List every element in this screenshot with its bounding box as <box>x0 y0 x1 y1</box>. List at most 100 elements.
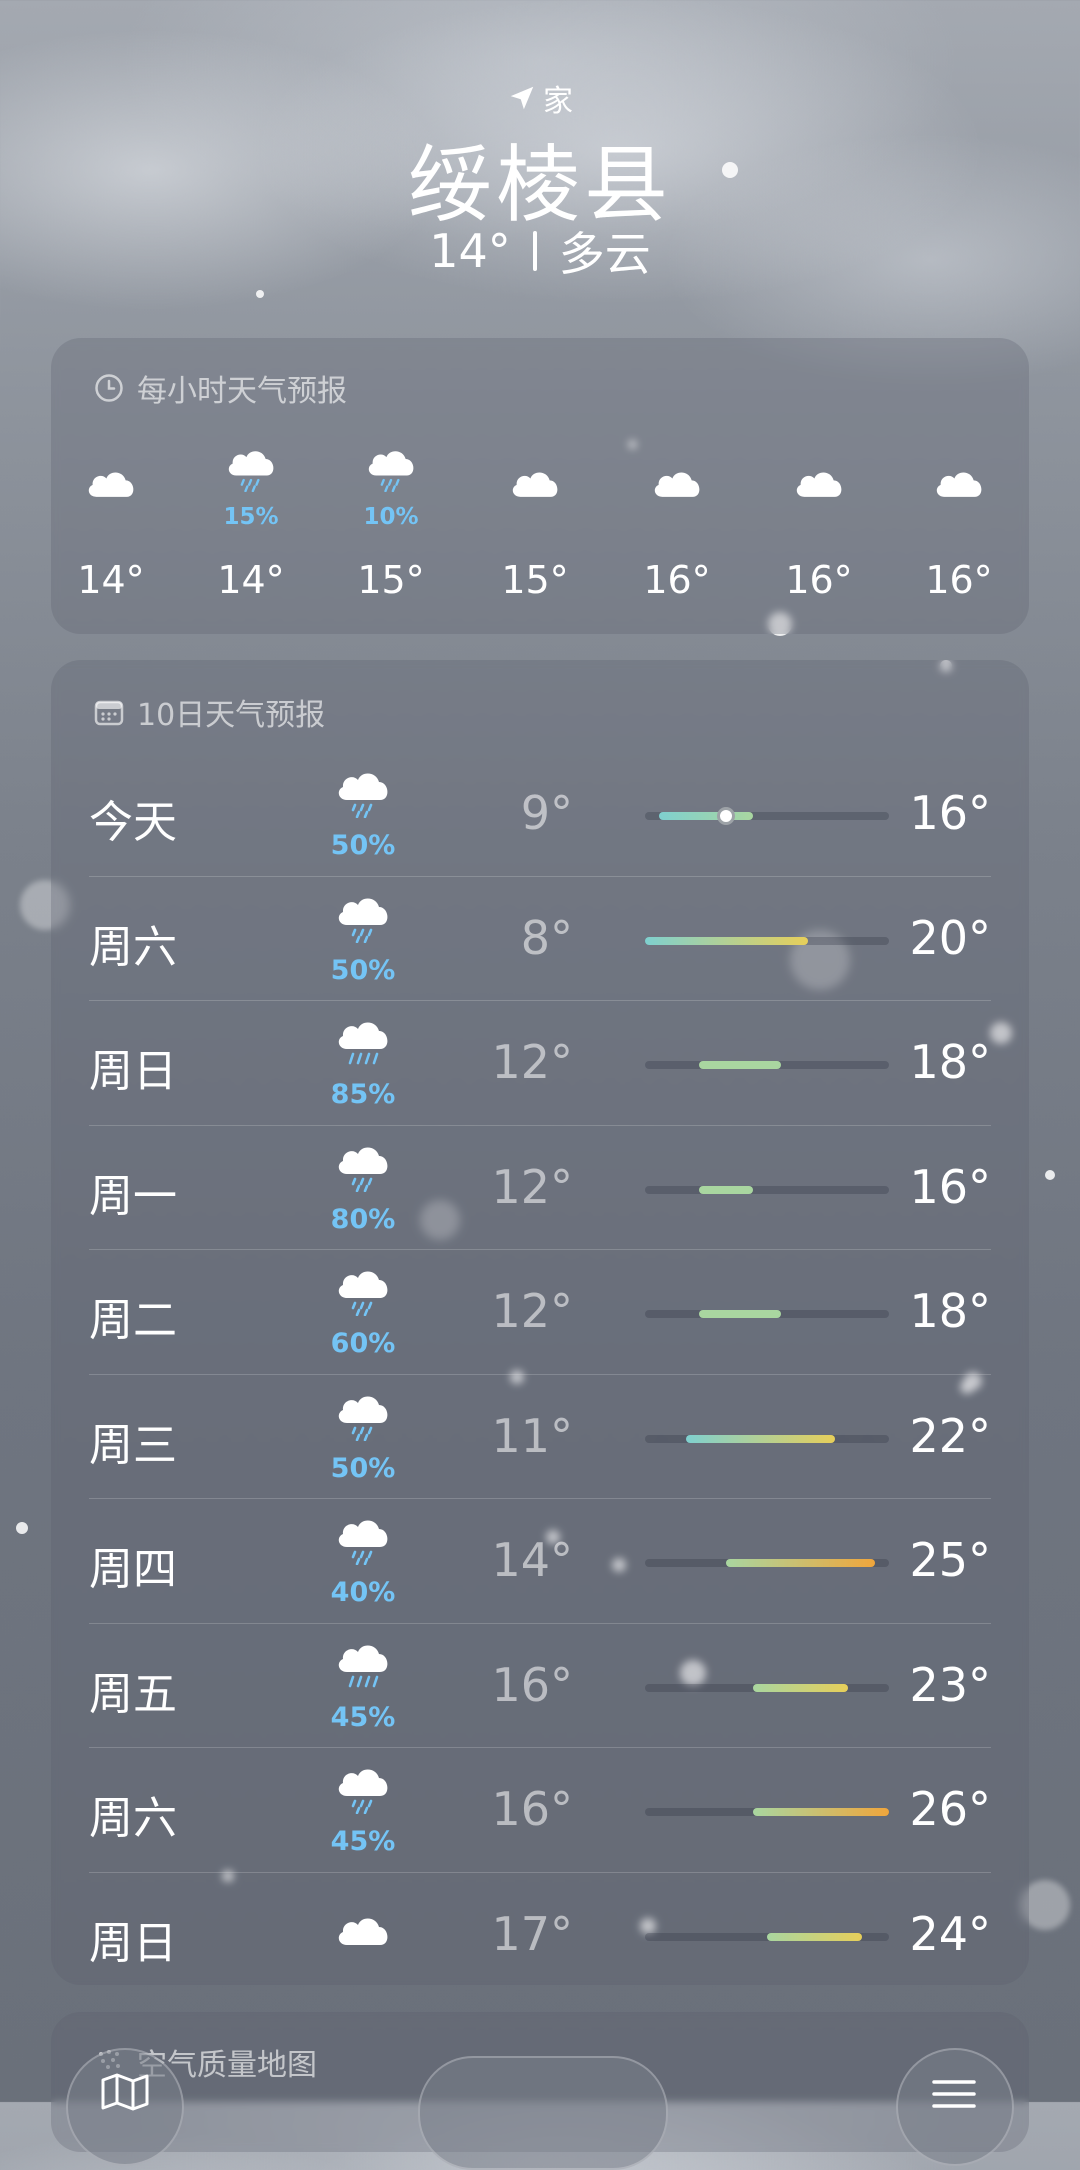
cloud-rain-icon <box>338 1146 388 1192</box>
temperature-range-track <box>645 1310 889 1318</box>
location-label: 家 <box>543 84 573 119</box>
map-icon <box>101 2073 149 2111</box>
hourly-temperature: 14° <box>217 558 285 602</box>
location-list-button[interactable] <box>896 2048 1014 2166</box>
daily-high-temperature: 23° <box>909 1657 991 1712</box>
daily-row[interactable]: 周一 80% 12° 16° <box>89 1124 991 1250</box>
daily-day-label: 周六 <box>89 921 177 973</box>
daily-high-temperature: 16° <box>909 1159 991 1214</box>
temperature-range-bar <box>699 1185 754 1194</box>
list-icon <box>932 2080 976 2108</box>
hourly-item: 14° <box>51 448 171 618</box>
daily-day-label: 周五 <box>89 1668 177 1720</box>
temperature-range-bar <box>753 1808 889 1816</box>
temperature-range-bar <box>753 1683 849 1692</box>
hourly-precip-chance: 10% <box>363 504 419 530</box>
temperature-range-bar <box>699 1310 781 1318</box>
daily-high-temperature: 16° <box>909 786 991 840</box>
cloud-heavy-rain-icon <box>338 1644 388 1687</box>
daily-row[interactable]: 周日 85% 12° 18° <box>89 1000 991 1125</box>
temperature-range-track <box>645 1559 889 1567</box>
hourly-forecast-card[interactable]: 每小时天气预报 14° 15% 14° 10% 15° 15° 16° 16° 16° <box>51 338 1029 634</box>
hourly-temperature: 16° <box>785 558 853 602</box>
daily-day-label: 周二 <box>89 1295 177 1346</box>
cloud-icon <box>338 1917 388 1945</box>
hourly-item: 10% 15° <box>331 448 451 618</box>
current-condition: 多云 <box>558 227 651 281</box>
temperature-range-bar <box>658 812 754 820</box>
daily-high-temperature: 26° <box>909 1782 991 1836</box>
hourly-temperature: 16° <box>643 558 711 602</box>
daily-high-temperature: 22° <box>909 1408 991 1463</box>
location-arrow-icon <box>510 86 534 110</box>
daily-row[interactable]: 周六 50% 8° 20° <box>89 875 991 1001</box>
daily-list: 今天 50% 9° 16° 周六 50% 8° 20° 周日 85% 12° 18° 周一 80% 12° 1… <box>51 752 1029 1996</box>
cloud-heavy-rain-icon <box>338 1022 388 1065</box>
daily-day-label: 今天 <box>89 797 177 848</box>
current-temperature: 14° <box>429 224 511 278</box>
daily-low-temperature: 16° <box>491 1782 573 1836</box>
hourly-temperature: 15° <box>357 558 425 602</box>
daily-row[interactable]: 周日 17° 24° <box>89 1871 991 1997</box>
daily-row[interactable]: 周四 40% 14° 25° <box>89 1498 991 1623</box>
daily-low-temperature: 12° <box>491 1284 573 1338</box>
daily-forecast-card[interactable]: 10日天气预报 今天 50% 9° 16° 周六 50% 8° 20° 周日 85% 12° 18° 周… <box>51 660 1029 1985</box>
cloud-rain-icon <box>338 897 388 943</box>
cloud-rain-icon <box>338 1769 388 1814</box>
hourly-item: 16° <box>899 448 1019 618</box>
page-indicator[interactable] <box>418 2056 668 2170</box>
temperature-range-track <box>645 1808 889 1816</box>
temperature-range-bar <box>685 1434 835 1443</box>
daily-low-temperature: 12° <box>491 1159 573 1214</box>
daily-low-temperature: 11° <box>491 1408 573 1463</box>
daily-row[interactable]: 周五 45% 16° 23° <box>89 1622 991 1748</box>
daily-row[interactable]: 周三 50% 11° 22° <box>89 1373 991 1499</box>
location-label-row: 家 <box>0 76 1080 120</box>
cloud-icon <box>654 472 700 497</box>
daily-high-temperature: 20° <box>909 910 991 965</box>
daily-day-label: 周三 <box>89 1419 177 1471</box>
daily-low-temperature: 8° <box>520 910 573 965</box>
hourly-temperature: 16° <box>925 558 993 602</box>
daily-forecast-title: 10日天气预报 <box>93 690 325 734</box>
temperature-range-bar <box>645 936 808 945</box>
daily-high-temperature: 18° <box>909 1035 991 1089</box>
current-summary: 14° 多云 <box>0 218 1080 284</box>
hourly-item: 15% 14° <box>191 448 311 618</box>
daily-day-label: 周四 <box>89 1544 177 1595</box>
clock-icon <box>95 374 123 402</box>
daily-row[interactable]: 周六 45% 16° 26° <box>89 1747 991 1872</box>
daily-day-label: 周六 <box>89 1793 177 1844</box>
hourly-forecast-title: 每小时天气预报 <box>93 366 347 410</box>
calendar-icon <box>94 700 124 726</box>
daily-row[interactable]: 今天 50% 9° 16° <box>89 752 991 876</box>
daily-high-temperature: 25° <box>909 1533 991 1587</box>
daily-row[interactable]: 周二 60% 12° 18° <box>89 1249 991 1374</box>
summary-divider <box>532 231 537 271</box>
hourly-item: 16° <box>759 448 879 618</box>
hourly-list[interactable]: 14° 15% 14° 10% 15° 15° 16° 16° 16° <box>51 448 1029 618</box>
map-button[interactable] <box>66 2048 184 2166</box>
daily-high-temperature: 24° <box>909 1906 991 1961</box>
daily-day-label: 周日 <box>89 1917 177 1969</box>
daily-low-temperature: 14° <box>491 1533 573 1587</box>
cloud-rain-icon <box>368 451 414 492</box>
cloud-icon <box>512 472 558 497</box>
temperature-range-track <box>645 807 889 825</box>
temperature-range-track <box>645 1434 889 1443</box>
cloud-icon <box>936 472 982 497</box>
temperature-range-track <box>645 1061 889 1069</box>
cloud-rain-icon <box>338 1520 388 1565</box>
current-temperature-dot <box>717 807 736 825</box>
hourly-temperature: 14° <box>77 558 145 602</box>
daily-low-temperature: 16° <box>491 1657 573 1712</box>
hourly-item: 15° <box>475 448 595 618</box>
temperature-range-bar <box>767 1932 862 1941</box>
daily-day-label: 周日 <box>89 1046 177 1097</box>
hourly-item: 16° <box>617 448 737 618</box>
temperature-range-track <box>645 1683 889 1692</box>
hourly-temperature: 15° <box>501 558 569 602</box>
daily-day-label: 周一 <box>89 1170 177 1222</box>
temperature-range-bar <box>699 1061 781 1069</box>
daily-high-temperature: 18° <box>909 1284 991 1338</box>
